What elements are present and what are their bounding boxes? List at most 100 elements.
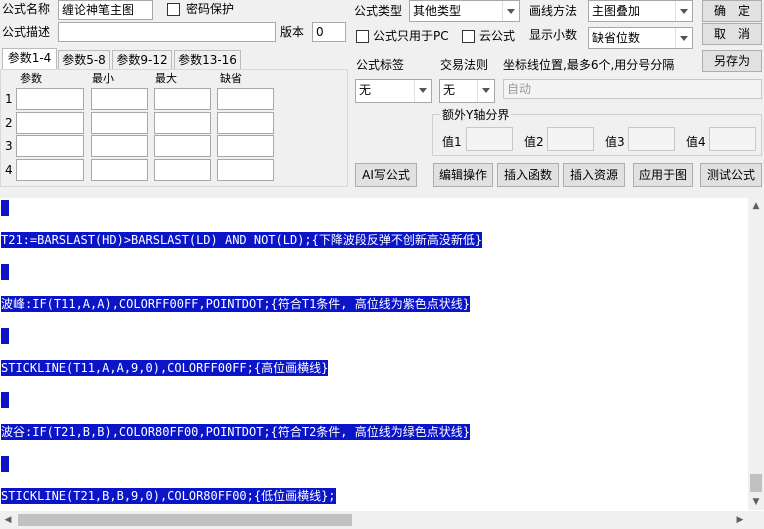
scroll-right-icon[interactable]: ▶ <box>732 512 748 528</box>
param-1-min-input[interactable] <box>91 88 148 110</box>
formula-desc-label: 公式描述 <box>2 25 51 39</box>
selected-empty-line <box>1 328 9 344</box>
formula-type-select[interactable]: 其他类型 <box>409 0 520 22</box>
formula-type-label: 公式类型 <box>354 4 403 18</box>
formula-tag-label: 公式标签 <box>356 58 405 72</box>
value1-label: 值1 <box>442 135 462 149</box>
trade-rule-label: 交易法则 <box>440 58 489 72</box>
param-3-default-input[interactable] <box>217 135 274 157</box>
param-4-name-input[interactable] <box>16 159 84 181</box>
chevron-down-icon <box>477 80 494 102</box>
insert-resource-button[interactable]: 插入资源 <box>563 163 625 187</box>
password-label: 密码保护 <box>186 2 235 16</box>
decimals-label: 显示小数 <box>529 28 578 42</box>
scrollbar-corner <box>748 511 764 529</box>
param-row-number: 2 <box>5 116 13 130</box>
tab-params-5-8[interactable]: 参数5-8 <box>58 50 110 70</box>
param-3-name-input[interactable] <box>16 135 84 157</box>
code-line: T21:=BARSLAST(HD)>BARSLAST(LD) AND NOT(L… <box>1 232 483 248</box>
param-1-default-input[interactable] <box>217 88 274 110</box>
tab-params-13-16[interactable]: 参数13-16 <box>174 50 241 70</box>
ai-write-formula-button[interactable]: AI写公式 <box>355 163 417 187</box>
tab-params-9-12[interactable]: 参数9-12 <box>112 50 172 70</box>
draw-method-value: 主图叠加 <box>592 4 641 18</box>
version-input[interactable]: 0 <box>312 22 346 42</box>
param-2-min-input[interactable] <box>91 112 148 134</box>
value2-input[interactable] <box>547 127 594 151</box>
chevron-down-icon <box>675 28 692 48</box>
formula-tag-value: 无 <box>359 83 372 97</box>
trade-rule-value: 无 <box>443 83 456 97</box>
decimals-value: 缺省位数 <box>592 31 641 45</box>
selected-empty-line <box>1 264 9 280</box>
formula-name-input[interactable]: 缠论神笔主图 <box>58 0 153 20</box>
horizontal-scroll-thumb[interactable] <box>18 514 352 526</box>
chevron-down-icon <box>675 1 692 21</box>
ok-button[interactable]: 确 定 <box>702 0 762 22</box>
code-line: STICKLINE(T21,B,B,9,0),COLOR80FF00;{低位画横… <box>1 488 336 504</box>
param-row-number: 1 <box>5 92 13 106</box>
param-header-max: 最大 <box>155 72 177 85</box>
param-2-default-input[interactable] <box>217 112 274 134</box>
value4-label: 值4 <box>686 135 706 149</box>
coord-lines-label: 坐标线位置,最多6个,用分号分隔 <box>503 58 675 72</box>
vertical-scroll-thumb[interactable] <box>750 474 762 492</box>
cloud-checkbox[interactable] <box>462 30 475 43</box>
code-line: STICKLINE(T11,A,A,9,0),COLORFF00FF;{高位画横… <box>1 360 329 376</box>
decimals-select[interactable]: 缺省位数 <box>588 27 693 49</box>
selected-empty-line <box>1 392 9 408</box>
save-as-button[interactable]: 另存为 <box>702 50 762 72</box>
param-4-max-input[interactable] <box>154 159 211 181</box>
insert-function-button[interactable]: 插入函数 <box>497 163 559 187</box>
param-1-max-input[interactable] <box>154 88 211 110</box>
value4-input[interactable] <box>709 127 756 151</box>
param-row-number: 4 <box>5 163 13 177</box>
apply-to-chart-button[interactable]: 应用于图 <box>633 163 693 187</box>
selected-empty-line <box>1 200 9 216</box>
param-1-name-input[interactable] <box>16 88 84 110</box>
param-row-number: 3 <box>5 139 13 153</box>
param-header-min: 最小 <box>92 72 114 85</box>
param-4-min-input[interactable] <box>91 159 148 181</box>
version-label: 版本 <box>280 25 305 39</box>
coord-lines-input[interactable]: 自动 <box>503 79 762 99</box>
selected-empty-line <box>1 456 9 472</box>
param-3-max-input[interactable] <box>154 135 211 157</box>
pc-only-checkbox[interactable] <box>356 30 369 43</box>
param-3-min-input[interactable] <box>91 135 148 157</box>
draw-method-select[interactable]: 主图叠加 <box>588 0 693 22</box>
param-2-name-input[interactable] <box>16 112 84 134</box>
code-line: 波峰:IF(T11,A,A),COLORFF00FF,POINTDOT;{符合T… <box>1 296 470 312</box>
param-2-max-input[interactable] <box>154 112 211 134</box>
code-editor[interactable]: T21:=BARSLAST(HD)>BARSLAST(LD) AND NOT(L… <box>0 198 764 529</box>
horizontal-scrollbar[interactable]: ◀ ▶ <box>0 511 748 529</box>
scroll-down-icon[interactable]: ▼ <box>748 494 764 510</box>
value1-input[interactable] <box>466 127 513 151</box>
scroll-left-icon[interactable]: ◀ <box>0 512 16 528</box>
test-formula-button[interactable]: 测试公式 <box>700 163 762 187</box>
param-header-name: 参数 <box>20 72 42 85</box>
pc-only-label: 公式只用于PC <box>373 29 449 43</box>
param-4-default-input[interactable] <box>217 159 274 181</box>
extra-y-axis-label: 额外Y轴分界 <box>440 106 512 124</box>
formula-tag-select[interactable]: 无 <box>355 79 432 103</box>
formula-desc-input[interactable] <box>58 22 276 42</box>
scroll-up-icon[interactable]: ▲ <box>748 198 764 214</box>
cancel-button[interactable]: 取 消 <box>702 23 762 45</box>
password-checkbox[interactable] <box>167 3 180 16</box>
draw-method-label: 画线方法 <box>529 4 578 18</box>
vertical-scrollbar[interactable]: ▲ ▼ <box>748 198 764 510</box>
chevron-down-icon <box>502 1 519 21</box>
trade-rule-select[interactable]: 无 <box>439 79 495 103</box>
cloud-label: 云公式 <box>479 29 516 43</box>
formula-name-label: 公式名称 <box>2 2 51 16</box>
value3-label: 值3 <box>605 135 625 149</box>
code-line: 波谷:IF(T21,B,B),COLOR80FF00,POINTDOT;{符合T… <box>1 424 470 440</box>
tab-params-1-4[interactable]: 参数1-4 <box>2 48 57 70</box>
chevron-down-icon <box>414 80 431 102</box>
value3-input[interactable] <box>628 127 675 151</box>
formula-type-value: 其他类型 <box>413 4 462 18</box>
param-header-default: 缺省 <box>220 72 242 85</box>
value2-label: 值2 <box>524 135 544 149</box>
edit-operation-button[interactable]: 编辑操作 <box>433 163 493 187</box>
